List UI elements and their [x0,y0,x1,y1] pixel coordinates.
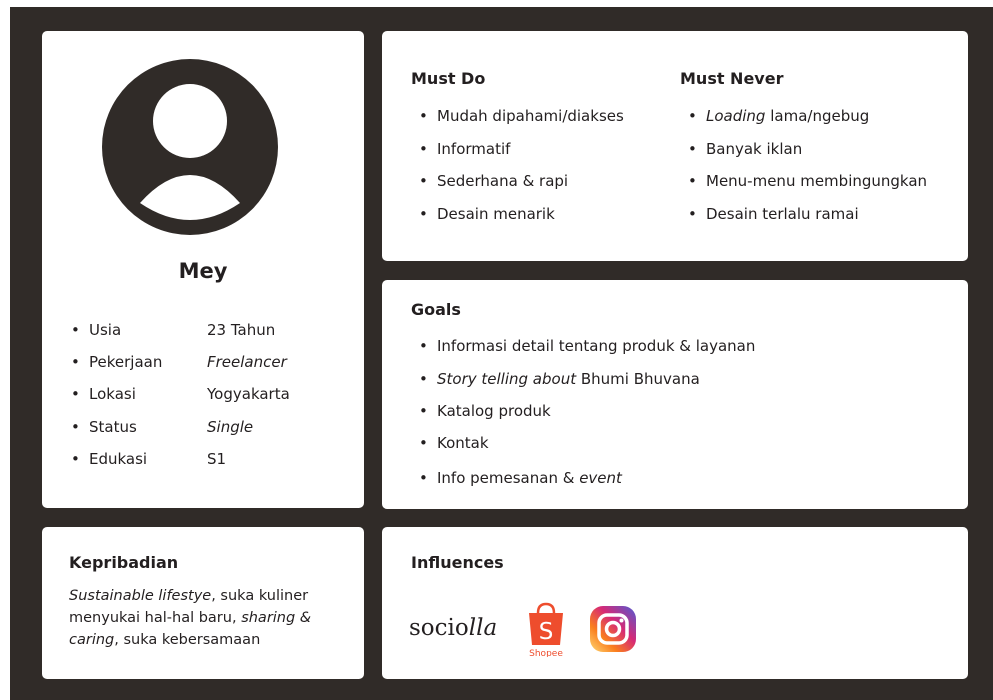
goal-item: Story telling about Bhumi Bhuvana [419,370,700,388]
personality-text: Sustainable lifestye, suka kuliner menyu… [69,588,312,648]
profile-card: Mey Usia 23 Tahun Pekerjaan Freelancer L… [42,31,364,508]
attr-value-lokasi: Yogyakarta [207,385,290,403]
must-never-title: Must Never [680,69,784,88]
attr-value-edukasi: S1 [207,450,227,468]
must-never-item: Loading lama/ngebug [688,107,869,125]
attr-label-edukasi: Edukasi [71,450,147,468]
shopee-logo: S Shopee [529,602,563,657]
must-do-item: Desain menarik [419,205,555,223]
persona-board: Mey Usia 23 Tahun Pekerjaan Freelancer L… [10,7,993,700]
attr-value-usia: 23 Tahun [207,321,276,339]
attr-value-status: Single [207,418,254,436]
must-never-item: Banyak iklan [688,140,802,158]
goals-title: Goals [411,300,461,319]
must-do-item: Sederhana & rapi [419,172,568,190]
attr-label-usia: Usia [71,321,121,339]
attr-label-lokasi: Lokasi [71,385,136,403]
persona-name: Mey [178,259,228,283]
influences-card: Influences sociolla S Shopee [382,527,968,679]
goal-item: Katalog produk [419,402,551,420]
goal-item: Info pemesanan & event [419,469,622,487]
personality-card: Kepribadian Sustainable lifestye, suka k… [42,527,364,679]
goal-item: Informasi detail tentang produk & layana… [419,337,755,355]
must-do-item: Informatif [419,140,511,158]
attr-label-pekerjaan: Pekerjaan [71,353,162,371]
user-avatar-icon [102,59,278,235]
sociolla-logo: sociolla [409,615,498,641]
instagram-icon [590,606,636,652]
must-never-item: Desain terlalu ramai [688,205,859,223]
goals-card: Goals Informasi detail tentang produk & … [382,280,968,509]
must-card: Must Do Mudah dipahami/diakses Informati… [382,31,968,261]
svg-text:S: S [539,619,554,645]
svg-text:Shopee: Shopee [529,649,563,657]
must-do-title: Must Do [411,69,486,88]
attr-value-pekerjaan: Freelancer [207,353,287,371]
influences-title: Influences [411,553,504,572]
attr-label-status: Status [71,418,137,436]
personality-title: Kepribadian [69,553,179,572]
must-never-item: Menu-menu membingungkan [688,172,927,190]
goal-item: Kontak [419,434,488,452]
must-do-item: Mudah dipahami/diakses [419,107,624,125]
